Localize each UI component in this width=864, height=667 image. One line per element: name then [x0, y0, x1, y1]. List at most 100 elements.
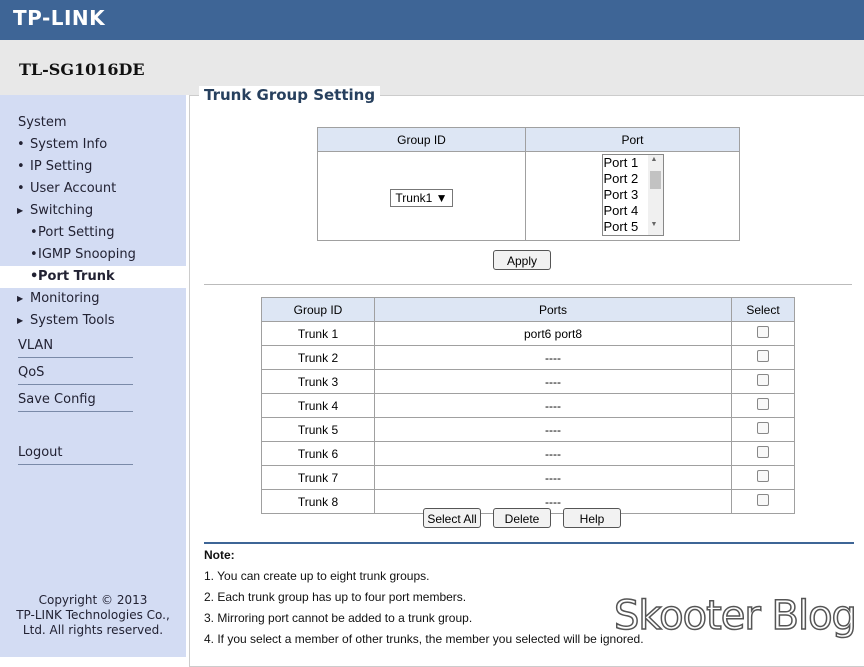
model-name: TL-SG1016DE: [19, 60, 145, 79]
select-all-button[interactable]: Select All: [423, 508, 481, 528]
ports-cell: ----: [374, 393, 732, 418]
table-row: Trunk 4 ----: [261, 393, 795, 418]
port-cell: Port 1 Port 2 Port 3 Port 4 Port 5 ▲ ▼: [525, 151, 740, 241]
sidebar-item-ip-setting[interactable]: • IP Setting: [0, 156, 186, 178]
ports-cell: ----: [374, 441, 732, 466]
sidebar-item-label: User Account: [30, 181, 117, 196]
col-port: Port: [525, 127, 740, 152]
sidebar-item-switching[interactable]: ▶ Switching: [0, 200, 186, 222]
group-id-selected: Trunk1: [395, 191, 433, 205]
sidebar-item-label: IGMP Snooping: [38, 247, 136, 262]
sidebar-item-label: Port Trunk: [38, 269, 115, 284]
scroll-down-icon[interactable]: ▼: [651, 221, 658, 228]
select-cell: [731, 321, 795, 346]
sidebar-item-label: Monitoring: [30, 291, 100, 306]
port-option[interactable]: Port 2: [604, 171, 639, 187]
note-title: Note:: [204, 548, 235, 562]
scroll-up-icon[interactable]: ▲: [651, 156, 658, 163]
table-row: Trunk 7 ----: [261, 465, 795, 490]
group-cell: Trunk1 ▼: [317, 151, 526, 241]
select-cell: [731, 465, 795, 490]
brand-logo: TP-LINK: [13, 6, 106, 30]
sidebar-item-label: IP Setting: [30, 159, 93, 174]
table-row: Trunk 1 port6 port8: [261, 321, 795, 346]
ports-cell: ----: [374, 345, 732, 370]
scrollbar-thumb[interactable]: [649, 170, 661, 189]
bullet-icon: •: [17, 181, 25, 196]
col-group-id: Group ID: [317, 127, 526, 152]
help-button[interactable]: Help: [563, 508, 621, 528]
group-id-select[interactable]: Trunk1 ▼: [390, 189, 453, 207]
trunk-setting-table: Group ID Port Trunk1 ▼ Port 1 Port 2 Por…: [317, 127, 740, 241]
note-section: Note: 1. You can create up to eight trun…: [204, 545, 644, 650]
group-id-cell: Trunk 4: [261, 393, 375, 418]
select-cell: [731, 489, 795, 514]
row-checkbox[interactable]: [757, 494, 769, 506]
listbox-scrollbar[interactable]: ▲ ▼: [647, 154, 663, 235]
sidebar-item-system-info[interactable]: • System Info: [0, 134, 186, 156]
copyright-line: Copyright © 2013: [38, 593, 148, 607]
sidebar-item-port-trunk[interactable]: • Port Trunk: [0, 266, 186, 288]
sidebar-item-label: Port Setting: [38, 225, 115, 240]
ports-cell: ----: [374, 369, 732, 394]
group-id-cell: Trunk 3: [261, 369, 375, 394]
sidebar-item-label: Switching: [30, 203, 94, 218]
row-checkbox[interactable]: [757, 446, 769, 458]
select-cell: [731, 369, 795, 394]
apply-button[interactable]: Apply: [493, 250, 551, 270]
group-id-cell: Trunk 8: [261, 489, 375, 514]
trunk-list-table: Group ID Ports Select Trunk 1 port6 port8…: [261, 297, 795, 514]
watermark: Skooter Blog: [613, 592, 857, 640]
row-checkbox[interactable]: [757, 422, 769, 434]
sidebar-item-port-setting[interactable]: • Port Setting: [0, 222, 186, 244]
sidebar-section-system[interactable]: System: [18, 112, 133, 134]
row-checkbox[interactable]: [757, 398, 769, 410]
copyright-line: TP-LINK Technologies Co.,: [16, 608, 170, 622]
sidebar-item-igmp-snooping[interactable]: • IGMP Snooping: [0, 244, 186, 266]
row-checkbox[interactable]: [757, 374, 769, 386]
group-id-cell: Trunk 1: [261, 321, 375, 346]
ports-cell: ----: [374, 465, 732, 490]
sidebar: System • System Info • IP Setting • User…: [0, 95, 186, 657]
sidebar-item-monitoring[interactable]: ▶ Monitoring: [0, 288, 186, 310]
select-cell: [731, 345, 795, 370]
group-id-cell: Trunk 7: [261, 465, 375, 490]
expand-arrow-icon: ▶: [17, 316, 24, 325]
copyright: Copyright © 2013 TP-LINK Technologies Co…: [0, 593, 186, 638]
copyright-line: Ltd. All rights reserved.: [22, 623, 164, 637]
expand-arrow-icon: ▶: [17, 206, 24, 215]
sidebar-item-label: System Tools: [30, 313, 115, 328]
sidebar-section-vlan[interactable]: VLAN: [18, 335, 133, 358]
group-id-cell: Trunk 5: [261, 417, 375, 442]
sidebar-section-qos[interactable]: QoS: [18, 362, 133, 385]
note-line: 4. If you select a member of other trunk…: [204, 632, 644, 646]
port-option[interactable]: Port 1: [604, 155, 639, 171]
col-group-id: Group ID: [261, 297, 375, 322]
row-checkbox[interactable]: [757, 470, 769, 482]
row-checkbox[interactable]: [757, 326, 769, 338]
port-listbox[interactable]: Port 1 Port 2 Port 3 Port 4 Port 5 ▲ ▼: [601, 153, 664, 236]
port-option[interactable]: Port 3: [604, 187, 639, 203]
bullet-icon: •: [17, 137, 25, 152]
table-row: Trunk 5 ----: [261, 417, 795, 442]
port-option[interactable]: Port 4: [604, 203, 639, 219]
sidebar-item-system-tools[interactable]: ▶ System Tools: [0, 310, 186, 332]
col-ports: Ports: [374, 297, 732, 322]
bullet-icon: •: [30, 225, 38, 240]
note-line: 3. Mirroring port cannot be added to a t…: [204, 611, 473, 625]
table-row: Trunk 3 ----: [261, 369, 795, 394]
row-checkbox[interactable]: [757, 350, 769, 362]
sidebar-item-user-account[interactable]: • User Account: [0, 178, 186, 200]
note-divider: [204, 542, 854, 544]
dropdown-arrow-icon: ▼: [435, 191, 448, 205]
sidebar-section-save-config[interactable]: Save Config: [18, 389, 133, 412]
port-option[interactable]: Port 5: [604, 219, 639, 235]
bullet-icon: •: [30, 247, 38, 262]
delete-button[interactable]: Delete: [493, 508, 551, 528]
group-id-cell: Trunk 6: [261, 441, 375, 466]
note-line: 1. You can create up to eight trunk grou…: [204, 569, 430, 583]
group-id-cell: Trunk 2: [261, 345, 375, 370]
sidebar-logout[interactable]: Logout: [18, 442, 133, 465]
col-select: Select: [731, 297, 795, 322]
bullet-icon: •: [17, 159, 25, 174]
